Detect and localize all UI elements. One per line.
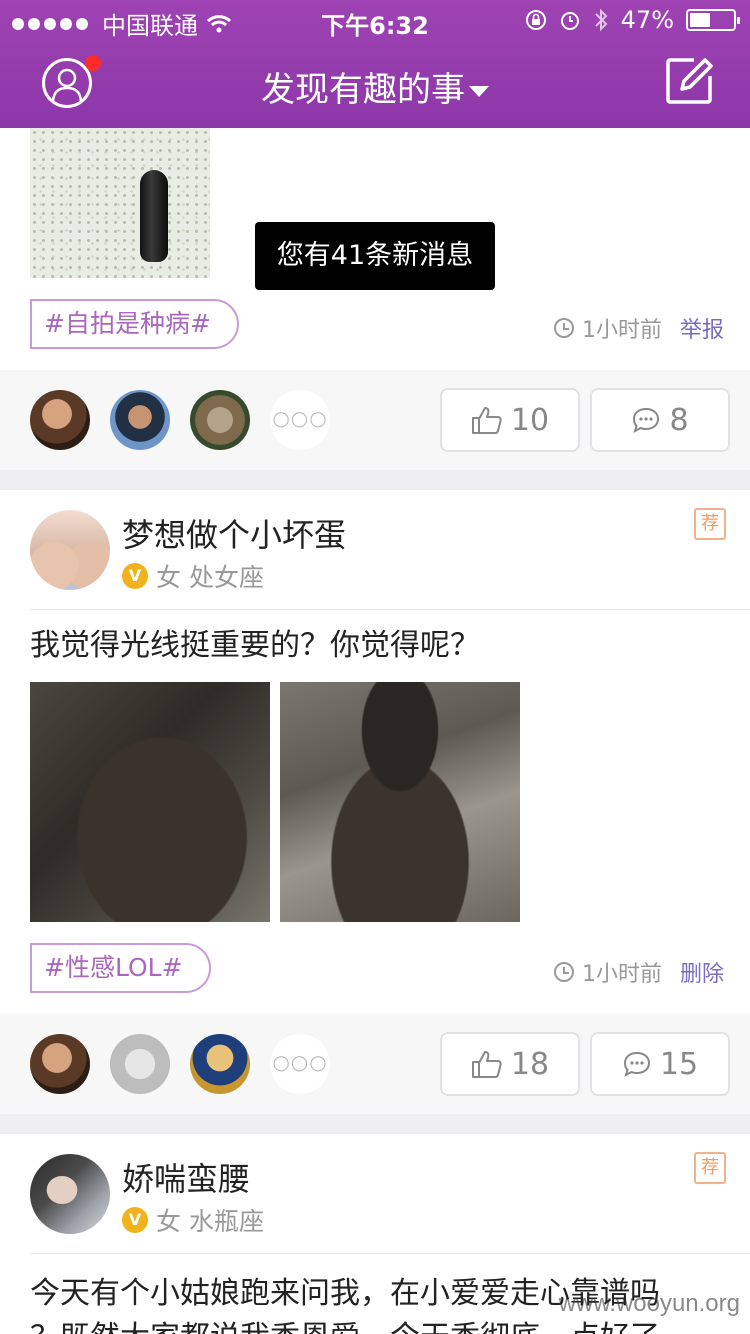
like-count: 18 (510, 1046, 550, 1082)
comment-icon (623, 1051, 650, 1078)
post-image[interactable] (30, 682, 270, 922)
top-bar: 中国联通 下午6:32 47% 发现有趣的事 (0, 0, 750, 128)
page-title: 发现有趣的事 (261, 70, 465, 110)
divider (30, 609, 750, 610)
post-time: 1小时前 (581, 962, 662, 987)
more-likers-button[interactable]: ○○○ (270, 390, 330, 450)
liker-avatar[interactable] (30, 390, 90, 450)
comment-button[interactable]: 8 (590, 388, 730, 452)
author-name[interactable]: 梦想做个小坏蛋 (122, 510, 346, 556)
comment-count: 15 (659, 1046, 699, 1082)
like-count: 10 (510, 402, 550, 438)
comment-button[interactable]: 15 (590, 1032, 730, 1096)
alarm-icon (560, 12, 579, 30)
author-gender: 女 (156, 1207, 182, 1236)
liker-avatar[interactable] (110, 390, 170, 450)
post-social-bar: ○○○ 10 8 (0, 370, 750, 470)
status-bar: 中国联通 下午6:32 47% (0, 0, 750, 40)
like-button[interactable]: 10 (440, 388, 580, 452)
liker-avatar[interactable] (190, 390, 250, 450)
rotation-lock-icon (525, 10, 546, 30)
chevron-down-icon (469, 86, 489, 97)
clock-icon (553, 318, 574, 338)
battery-icon (686, 9, 740, 31)
comment-count: 8 (669, 402, 689, 438)
verified-badge-icon: V (122, 1207, 148, 1233)
comment-icon (633, 407, 660, 434)
post-meta: 1小时前 举报 (553, 312, 724, 344)
recommend-badge: 荐 (694, 1152, 726, 1184)
new-messages-toast[interactable]: 您有41条新消息 (255, 222, 495, 290)
bluetooth-icon (594, 8, 608, 32)
author-gender: 女 (156, 563, 182, 592)
author-name[interactable]: 娇喘蛮腰 (122, 1154, 250, 1200)
thumbs-up-icon (471, 1051, 502, 1078)
battery-percent: 47% (620, 6, 674, 34)
feed-selector[interactable]: 发现有趣的事 (0, 62, 750, 111)
more-likers-button[interactable]: ○○○ (270, 1034, 330, 1094)
delete-link[interactable]: 删除 (680, 956, 724, 988)
nav-bar: 发现有趣的事 (0, 40, 750, 128)
avatar[interactable] (30, 510, 110, 590)
post-time: 1小时前 (581, 318, 662, 343)
watermark: www.wooyun.org (558, 1290, 740, 1317)
post-tag[interactable]: #自拍是种病# (30, 299, 239, 349)
author-info: V 女 处女座 (122, 558, 264, 594)
clock-icon (553, 962, 574, 982)
post-text: 我觉得光线挺重要的？你觉得呢？ (30, 628, 480, 663)
post-tag[interactable]: #性感LOL# (30, 943, 211, 993)
post-image[interactable] (280, 682, 520, 922)
battery-fill (690, 13, 710, 27)
liker-avatar[interactable] (30, 1034, 90, 1094)
author-info: V 女 水瓶座 (122, 1202, 264, 1238)
thumbs-up-icon (471, 407, 502, 434)
post-image[interactable] (30, 128, 210, 278)
post-social-bar: ○○○ 18 15 (0, 1014, 750, 1114)
verified-badge-icon: V (122, 563, 148, 589)
recommend-badge: 荐 (694, 508, 726, 540)
like-button[interactable]: 18 (440, 1032, 580, 1096)
liker-avatar[interactable] (190, 1034, 250, 1094)
report-link[interactable]: 举报 (680, 312, 724, 344)
divider (30, 1253, 750, 1254)
post-meta: 1小时前 删除 (553, 956, 724, 988)
post-text-line: ？既然大家都说我香恩爱，今天香彻底一点好了 (30, 1316, 740, 1334)
compose-icon[interactable] (664, 56, 714, 106)
author-zodiac: 处女座 (189, 563, 265, 592)
device-photo (140, 170, 168, 262)
author-zodiac: 水瓶座 (189, 1207, 265, 1236)
post-card: 梦想做个小坏蛋 V 女 处女座 荐 我觉得光线挺重要的？你觉得呢？ #性感LOL… (0, 490, 750, 1014)
liker-avatar[interactable] (110, 1034, 170, 1094)
avatar[interactable] (30, 1154, 110, 1234)
